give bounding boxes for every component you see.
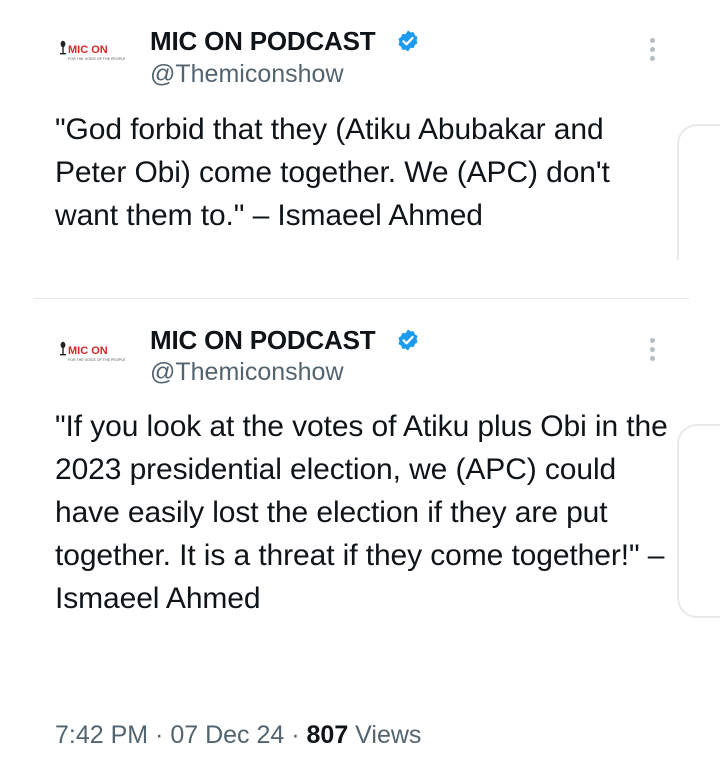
microphone-icon xyxy=(60,341,66,356)
media-card-edge[interactable] xyxy=(677,424,720,618)
avatar[interactable]: MIC ON FOR THE VOICE OF THE PEOPLE xyxy=(56,339,128,369)
tweet-text: "If you look at the votes of Atiku plus … xyxy=(55,410,668,615)
media-card-edge[interactable] xyxy=(677,124,720,260)
tweet-date[interactable]: 07 Dec 24 xyxy=(170,721,284,749)
verified-badge-icon xyxy=(398,30,418,52)
display-name[interactable]: MIC ON PODCAST xyxy=(150,26,376,56)
author-handle[interactable]: @Themiconshow xyxy=(150,357,344,387)
views-count[interactable]: 807 xyxy=(307,721,349,749)
meta-separator: · xyxy=(148,721,171,749)
more-options-icon[interactable] xyxy=(640,336,664,366)
avatar-logo-text: MIC ON xyxy=(68,44,108,56)
more-options-icon[interactable] xyxy=(640,36,664,66)
tweet-card[interactable]: MIC ON FOR THE VOICE OF THE PEOPLE MIC O… xyxy=(0,0,720,298)
microphone-icon xyxy=(60,40,66,55)
avatar-tagline: FOR THE VOICE OF THE PEOPLE xyxy=(68,358,126,362)
author-handle[interactable]: @Themiconshow xyxy=(150,59,344,89)
avatar[interactable]: MIC ON FOR THE VOICE OF THE PEOPLE xyxy=(56,38,128,68)
tweet-text: "God forbid that they (Atiku Abubakar an… xyxy=(55,113,610,232)
tweet-card[interactable]: MIC ON FOR THE VOICE OF THE PEOPLE MIC O… xyxy=(0,298,720,658)
meta-separator: · xyxy=(284,721,307,749)
tweet-meta: 7:42 PM · 07 Dec 24 · 807 Views xyxy=(55,718,421,752)
display-name[interactable]: MIC ON PODCAST xyxy=(150,325,376,355)
avatar-logo-text: MIC ON xyxy=(68,345,108,357)
avatar-tagline: FOR THE VOICE OF THE PEOPLE xyxy=(68,57,126,61)
tweet-time[interactable]: 7:42 PM xyxy=(55,721,148,749)
verified-badge-icon xyxy=(398,329,418,351)
views-label: Views xyxy=(348,721,422,749)
